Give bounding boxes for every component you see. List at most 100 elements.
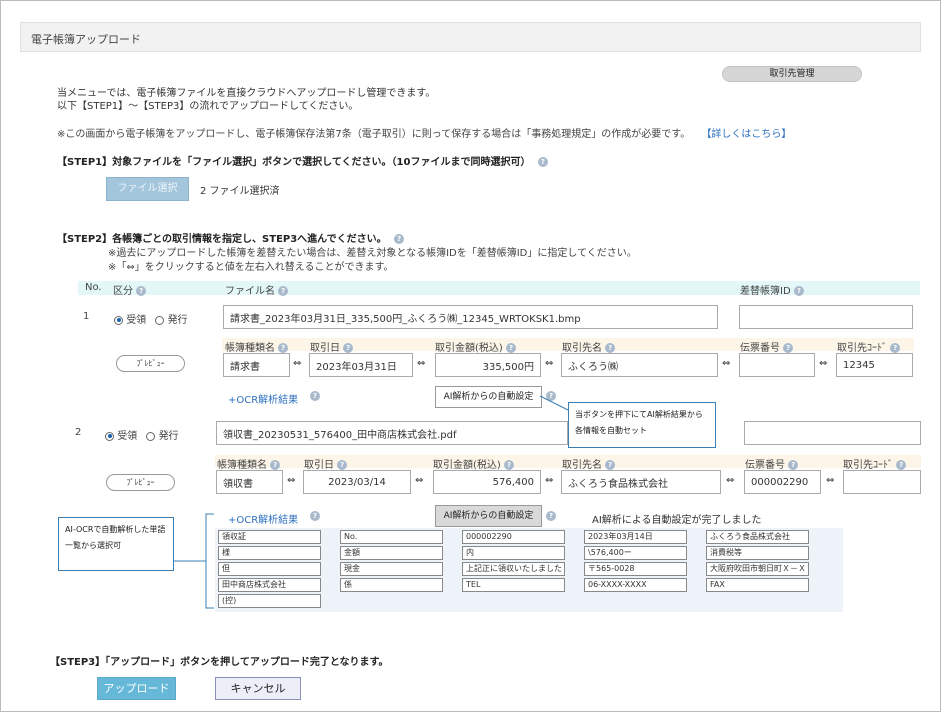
question-circle-icon[interactable]: ? — [890, 343, 901, 353]
question-circle-icon[interactable]: ? — [605, 343, 616, 353]
row2-amount-field[interactable]: 576,400 — [433, 470, 541, 494]
row1-partner-field[interactable]: ふくろう㈱ — [561, 353, 718, 377]
row1-swap-icon-2[interactable]: ⇔ — [417, 358, 425, 369]
question-circle-icon[interactable]: ? — [546, 511, 556, 521]
page-header: 電子帳簿アップロード — [20, 22, 921, 52]
row1-kubun: 受領 発行 — [114, 311, 188, 326]
ocr-word-cell[interactable]: FAX — [706, 578, 809, 592]
row2-radio-receive[interactable] — [105, 431, 114, 441]
ocr-word-cell[interactable]: 金額 — [340, 546, 443, 560]
question-circle-icon[interactable]: ? — [537, 157, 548, 167]
ocr-word-cell[interactable]: (控) — [218, 594, 321, 608]
cancel-button[interactable]: キャンセル — [215, 677, 301, 700]
col-header-no: No. — [85, 282, 102, 293]
row2-slip-field[interactable]: 000002290 — [744, 470, 821, 494]
question-circle-icon[interactable]: ? — [278, 286, 289, 296]
row2-partner-field[interactable]: ふくろう食品株式会社 — [561, 470, 721, 494]
question-circle-icon[interactable]: ? — [337, 460, 348, 470]
ocr-word-cell[interactable]: 但 — [218, 562, 321, 576]
row1-swap-icon-3[interactable]: ⇔ — [545, 358, 553, 369]
step2-note-1: ※過去にアップロードした帳簿を差替えたい場合は、差替え対象となる帳簿IDを「差替… — [108, 248, 637, 259]
row1-ocr-link[interactable]: +OCR解析結果 — [228, 391, 298, 406]
question-circle-icon[interactable]: ? — [783, 343, 794, 353]
row1-swap-icon-4[interactable]: ⇔ — [722, 358, 730, 369]
details-link[interactable]: 【詳しくはこちら】 — [701, 129, 791, 140]
row2-replace-id-field[interactable] — [744, 421, 921, 445]
row2-swap-icon-5[interactable]: ⇔ — [826, 475, 834, 486]
question-circle-icon[interactable]: ? — [896, 460, 907, 470]
row1-swap-icon-1[interactable]: ⇔ — [293, 358, 301, 369]
ocr-word-cell[interactable]: 消費税等 — [706, 546, 809, 560]
row1-radio-receive-label: 受領 — [126, 315, 147, 326]
notice-text: ※この画面から電子帳簿をアップロードし、電子帳簿保存法第7条（電子取引）に則って… — [57, 125, 791, 140]
row2-label-partner: 取引先名 ? — [562, 456, 616, 471]
row1-label-partner-code: 取引先ｺｰﾄﾞ ? — [837, 339, 901, 354]
row2-swap-icon-2[interactable]: ⇔ — [415, 475, 423, 486]
ocr-word-cell[interactable]: 現金 — [340, 562, 443, 576]
ocr-word-cell[interactable]: TEL — [462, 578, 565, 592]
question-circle-icon[interactable]: ? — [394, 234, 405, 244]
file-selected-status: 2 ファイル選択済 — [200, 186, 280, 197]
ocr-word-cell[interactable]: ふくろう食品株式会社 — [706, 530, 809, 544]
callout-ai-pointer — [539, 395, 569, 411]
question-circle-icon[interactable]: ? — [504, 460, 514, 470]
question-circle-icon[interactable]: ? — [278, 343, 289, 353]
step2-note-2: ※「⇔」をクリックすると値を左右入れ替えることができます。 — [108, 262, 394, 273]
row2-label-doc-type: 帳簿種類名 ? — [217, 456, 281, 471]
ocr-word-cell[interactable]: 000002290 — [462, 530, 565, 544]
row2-ocr-link[interactable]: +OCR解析結果 — [228, 511, 298, 526]
row1-filename-field[interactable]: 請求書_2023年03月31日_335,500円_ふくろう㈱_12345_WRT… — [223, 305, 718, 329]
question-circle-icon[interactable]: ? — [270, 460, 281, 470]
question-circle-icon[interactable]: ? — [310, 391, 320, 401]
question-circle-icon[interactable]: ? — [343, 343, 354, 353]
upload-button[interactable]: アップロード — [97, 677, 176, 700]
ocr-word-cell[interactable]: 田中商店株式会社 — [218, 578, 321, 592]
row2-swap-icon-3[interactable]: ⇔ — [545, 475, 553, 486]
notice-body: ※この画面から電子帳簿をアップロードし、電子帳簿保存法第7条（電子取引）に則って… — [57, 129, 691, 140]
ocr-word-cell[interactable]: 内 — [462, 546, 565, 560]
row2-date-field[interactable]: 2023/03/14 — [303, 470, 411, 494]
callout-ocr-bracket — [174, 513, 214, 609]
row2-partner-code-field[interactable] — [843, 470, 921, 494]
question-circle-icon[interactable]: ? — [793, 286, 804, 296]
row1-swap-icon-5[interactable]: ⇔ — [819, 358, 827, 369]
row2-swap-icon-1[interactable]: ⇔ — [287, 475, 295, 486]
question-circle-icon[interactable]: ? — [310, 511, 320, 521]
row1-amount-field[interactable]: 335,500円 — [435, 353, 541, 377]
row2-ai-autoset-button[interactable]: AI解析からの自動設定 — [435, 505, 542, 527]
ocr-word-cell[interactable]: 06-XXXX-XXXX — [584, 578, 687, 592]
row2-filename-field[interactable]: 領収書_20230531_576400_田中商店株式会社.pdf — [216, 421, 568, 445]
row2-swap-icon-4[interactable]: ⇔ — [726, 475, 734, 486]
file-select-button[interactable]: ファイル選択 — [106, 177, 189, 201]
question-circle-icon[interactable]: ? — [136, 286, 147, 296]
intro-line-2: 以下【STEP1】～【STEP3】の流れでアップロードしてください。 — [57, 101, 359, 112]
partner-management-button[interactable]: 取引先管理 — [722, 66, 862, 82]
question-circle-icon[interactable]: ? — [605, 460, 616, 470]
row1-slip-field[interactable] — [739, 353, 815, 377]
row1-date-field[interactable]: 2023年03月31日 — [309, 353, 413, 377]
row1-radio-issue[interactable] — [155, 315, 165, 325]
ocr-word-cell[interactable]: 様 — [218, 546, 321, 560]
ocr-word-cell[interactable]: No. — [340, 530, 443, 544]
row1-preview-button[interactable]: ﾌﾟﾚﾋﾞｭｰ — [116, 355, 185, 372]
ocr-word-cell[interactable]: 上記正に領収いたしました — [462, 562, 565, 576]
row1-doc-type-field[interactable]: 請求書 — [223, 353, 290, 377]
row1-replace-id-field[interactable] — [739, 305, 913, 329]
ocr-word-cell[interactable]: 〒565-0028 — [584, 562, 687, 576]
ocr-word-cell[interactable]: 2023年03月14日 — [584, 530, 687, 544]
ocr-word-cell[interactable]: \576,400ー — [584, 546, 687, 560]
callout-ocr: AI-OCRで自動解析した単語一覧から選択可 — [58, 517, 174, 571]
ocr-word-cell[interactable]: 領収証 — [218, 530, 321, 544]
question-circle-icon[interactable]: ? — [788, 460, 799, 470]
row2-radio-issue[interactable] — [146, 431, 156, 441]
row1-ai-autoset-button[interactable]: AI解析からの自動設定 — [435, 386, 542, 408]
row2-preview-button[interactable]: ﾌﾟﾚﾋﾞｭｰ — [106, 474, 175, 491]
ocr-word-cell[interactable]: 大阪府吹田市朝日町Ｘ－Ｘ — [706, 562, 809, 576]
row1-radio-receive[interactable] — [114, 315, 123, 325]
ocr-word-cell[interactable]: 係 — [340, 578, 443, 592]
row1-partner-code-field[interactable]: 12345 — [836, 353, 913, 377]
row1-label-amount: 取引金額(税込) ? — [435, 339, 516, 354]
row1-label-doc-type: 帳簿種類名 ? — [225, 339, 289, 354]
row2-doc-type-field[interactable]: 領収書 — [216, 470, 283, 494]
question-circle-icon[interactable]: ? — [506, 343, 516, 353]
